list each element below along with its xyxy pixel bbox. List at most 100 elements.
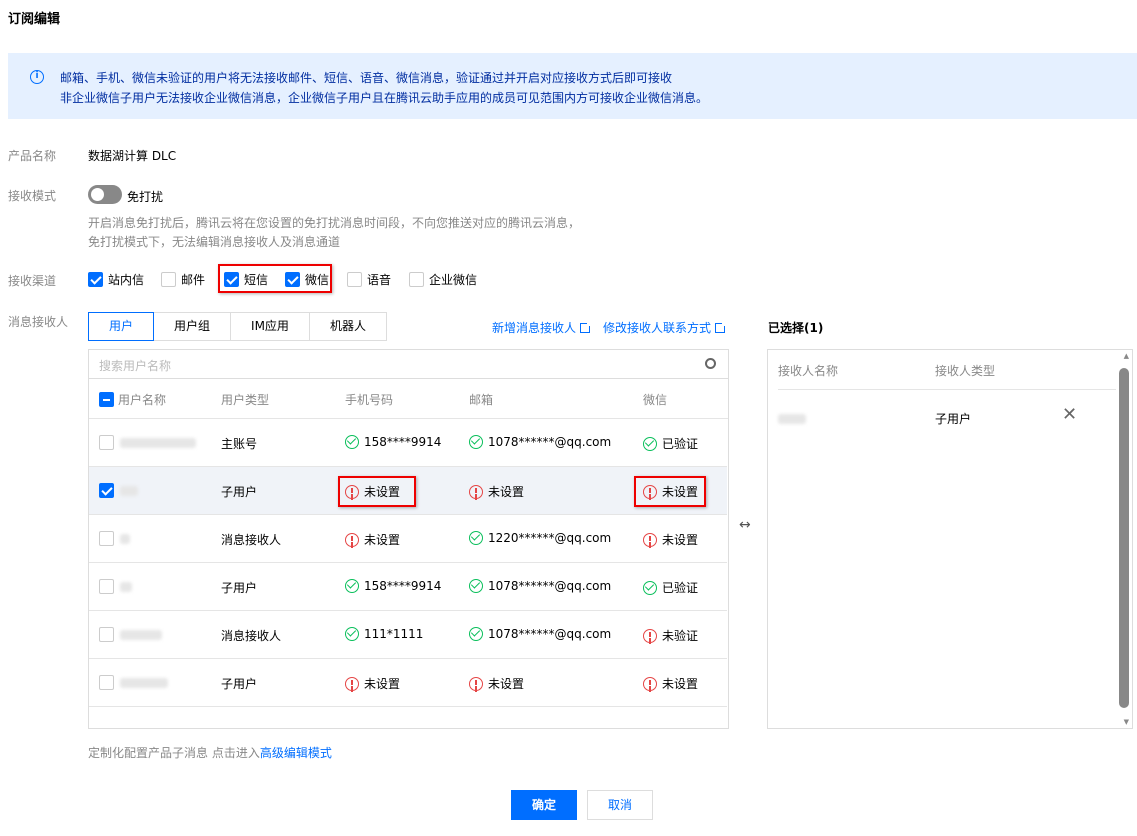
search-box[interactable]: 搜索用户名称 (89, 350, 728, 379)
scroll-up-icon[interactable]: ▲ (1124, 352, 1129, 360)
table-row[interactable]: 消息接收人 未设置 1220******@qq.com 未设置 (89, 515, 727, 563)
row-checkbox[interactable] (99, 627, 114, 642)
mode-help-2: 免打扰模式下，无法编辑消息接收人及消息通道 (88, 235, 341, 249)
username-redacted (120, 486, 138, 496)
table-body: 主账号 158****9914 1078******@qq.com 已验证 子用户 未设置… (89, 419, 728, 709)
user-type: 子用户 (221, 485, 258, 499)
wechat-value: 已验证 (662, 581, 699, 595)
check-circle-icon (643, 436, 657, 451)
edit-contact-link[interactable]: 修改接收人联系方式 (603, 319, 728, 336)
add-recipient-link[interactable]: 新增消息接收人 (492, 319, 593, 336)
tab-users[interactable]: 用户 (88, 312, 155, 341)
warning-circle-icon (643, 532, 657, 547)
row-checkbox[interactable] (99, 483, 114, 498)
select-all-checkbox[interactable] (99, 392, 114, 407)
tab-robots[interactable]: 机器人 (309, 312, 387, 341)
channel-wecom[interactable]: 企业微信 (409, 271, 477, 288)
username-redacted (120, 534, 130, 544)
dnd-label: 免打扰 (127, 190, 164, 204)
recipient-name-redacted (778, 414, 806, 424)
wechat-value: 未验证 (662, 629, 699, 643)
user-type: 消息接收人 (221, 533, 282, 547)
confirm-button[interactable]: 确定 (511, 790, 577, 820)
add-recipient-label: 新增消息接收人 (492, 321, 577, 335)
email-value: 1078******@qq.com (488, 579, 612, 593)
toggle-knob (91, 188, 104, 201)
table-row[interactable]: 子用户 158****9914 1078******@qq.com 已验证 (89, 563, 727, 611)
custom-config-label: 定制化配置产品子消息 点击进入 (88, 746, 260, 760)
tab-im-apps[interactable]: IM应用 (231, 312, 310, 341)
phone-value: 未设置 (364, 533, 401, 547)
dnd-toggle[interactable] (88, 185, 122, 204)
wechat-value: 已验证 (662, 437, 699, 451)
edit-contact-label: 修改接收人联系方式 (603, 321, 712, 335)
search-icon[interactable] (705, 358, 716, 369)
channel-email-label: 邮件 (181, 273, 206, 287)
email-value: 1078******@qq.com (488, 627, 612, 641)
user-type: 消息接收人 (221, 629, 282, 643)
table-row[interactable]: 消息接收人 111*1111 1078******@qq.com 未验证 (89, 611, 727, 659)
check-circle-icon (469, 435, 483, 449)
checkbox-icon[interactable] (347, 272, 362, 287)
search-input[interactable]: 搜索用户名称 (99, 357, 171, 374)
checkbox-icon[interactable] (161, 272, 176, 287)
phone-cell: 未设置 (345, 675, 400, 692)
wechat-cell: 未设置 (643, 675, 698, 692)
mode-help-1: 开启消息免打扰后，腾讯云将在您设置的免打扰消息时间段，不向您推送对应的腾讯云消息… (88, 216, 581, 230)
col-recipient-name: 接收人名称 (778, 364, 839, 378)
wechat-cell: 未设置 (643, 531, 698, 548)
selected-panel: 接收人名称 接收人类型 子用户 ✕ ▲ ▼ (767, 349, 1133, 729)
mode-label: 接收模式 (8, 189, 57, 203)
wechat-cell: 已验证 (643, 579, 698, 596)
row-checkbox[interactable] (99, 675, 114, 690)
channel-wecom-label: 企业微信 (429, 273, 478, 287)
info-icon: i (30, 70, 44, 84)
phone-value: 未设置 (364, 677, 401, 691)
cancel-button[interactable]: 取消 (587, 790, 653, 820)
warning-circle-icon (643, 676, 657, 691)
email-value: 未设置 (488, 677, 525, 691)
channel-inbox[interactable]: 站内信 (88, 271, 144, 288)
email-cell: 1078******@qq.com (469, 435, 611, 449)
scroll-down-icon[interactable]: ▼ (1124, 718, 1129, 726)
user-type: 子用户 (221, 677, 258, 691)
channel-sms[interactable]: 短信 (224, 271, 268, 288)
wechat-cell: 已验证 (643, 435, 698, 452)
table-row[interactable]: 主账号 158****9914 1078******@qq.com 已验证 (89, 419, 727, 467)
notice-line-1: 邮箱、手机、微信未验证的用户将无法接收邮件、短信、语音、微信消息，验证通过并开启… (60, 71, 673, 85)
warning-circle-icon (345, 532, 359, 547)
row-checkbox[interactable] (99, 531, 114, 546)
checkbox-icon[interactable] (409, 272, 424, 287)
checkbox-icon[interactable] (224, 272, 239, 287)
warning-circle-icon (469, 484, 483, 499)
wechat-cell: 未验证 (643, 627, 698, 644)
phone-value: 158****9914 (364, 435, 442, 449)
username-redacted (120, 678, 168, 688)
selected-header: 接收人名称 接收人类型 (778, 350, 1116, 390)
scrollbar-thumb[interactable] (1119, 368, 1129, 708)
table-row[interactable]: 子用户 未设置 未设置 未设置 (89, 659, 727, 707)
row-checkbox[interactable] (99, 435, 114, 450)
email-cell: 未设置 (469, 483, 524, 500)
checkbox-icon[interactable] (88, 272, 103, 287)
advanced-mode-link[interactable]: 高级编辑模式 (260, 746, 332, 760)
highlight-box (634, 476, 706, 507)
channel-wechat[interactable]: 微信 (285, 271, 329, 288)
channel-voice[interactable]: 语音 (347, 271, 391, 288)
row-checkbox[interactable] (99, 579, 114, 594)
page-title: 订阅编辑 (8, 12, 61, 27)
col-username: 用户名称 (118, 393, 167, 407)
email-cell: 1078******@qq.com (469, 579, 611, 593)
email-value: 1078******@qq.com (488, 435, 612, 449)
checkbox-icon[interactable] (285, 272, 300, 287)
warning-circle-icon (345, 676, 359, 691)
channel-email[interactable]: 邮件 (161, 271, 205, 288)
phone-value: 158****9914 (364, 579, 442, 593)
tab-user-groups[interactable]: 用户组 (154, 312, 232, 341)
user-type: 子用户 (221, 581, 258, 595)
phone-value: 111*1111 (364, 627, 424, 641)
remove-icon[interactable]: ✕ (1062, 404, 1077, 425)
wechat-value: 未设置 (662, 533, 699, 547)
email-value: 未设置 (488, 485, 525, 499)
col-wechat: 微信 (643, 393, 668, 407)
